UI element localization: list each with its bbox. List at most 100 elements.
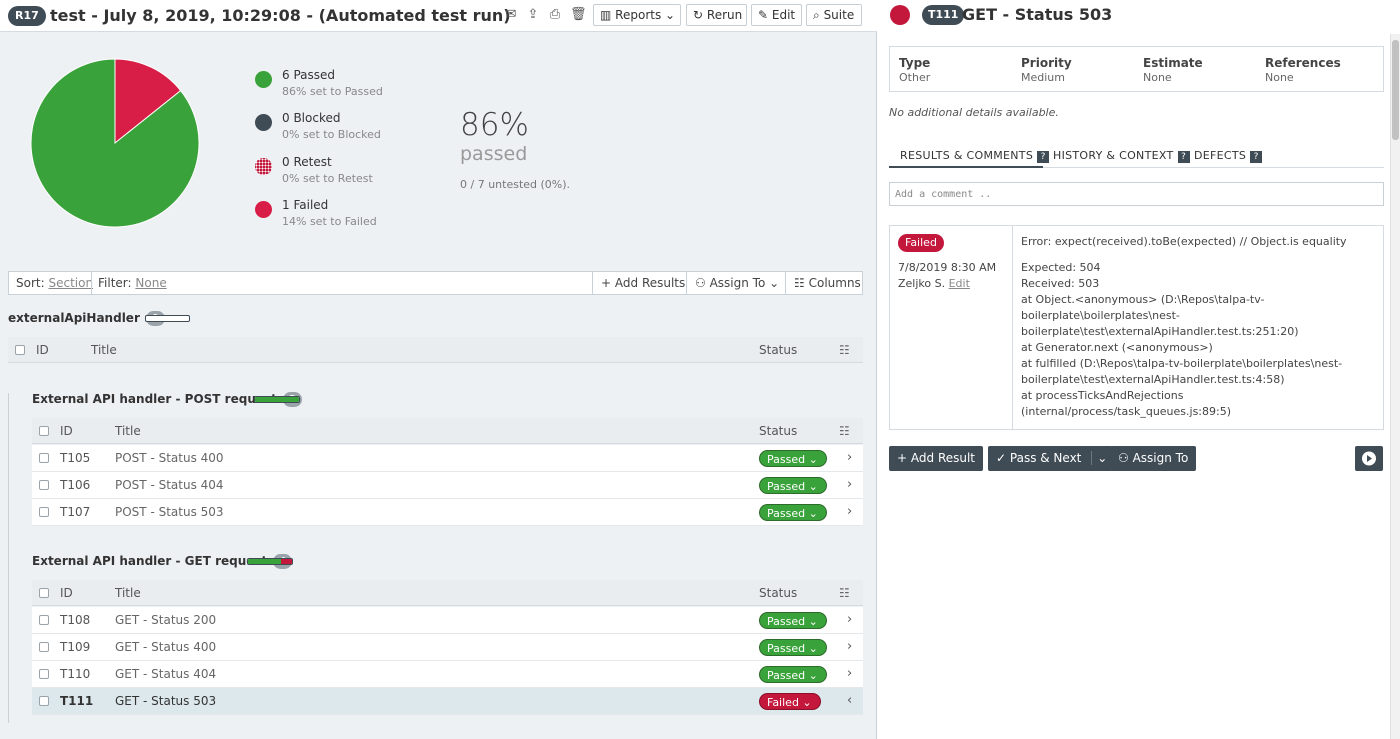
tab-history-context[interactable]: HISTORY & CONTEXT? (1053, 146, 1190, 168)
meta-value: Medium (1021, 71, 1065, 84)
row-checkbox[interactable] (39, 480, 49, 490)
row-id[interactable]: T105 (60, 445, 90, 471)
chevron-down-icon: ⌄ (808, 615, 818, 628)
help-icon[interactable]: ? (1177, 151, 1190, 163)
edit-button[interactable]: ✎ Edit (751, 4, 802, 26)
sort-control[interactable]: Sort: Section (16, 272, 93, 294)
play-button[interactable] (1355, 446, 1383, 471)
table-row[interactable]: T111 GET - Status 503 Failed ⌄ ‹ (32, 688, 863, 715)
row-title[interactable]: GET - Status 400 (115, 634, 216, 660)
select-all-checkbox[interactable] (39, 588, 49, 598)
select-all-checkbox[interactable] (15, 345, 25, 355)
column-id[interactable]: ID (60, 418, 73, 444)
column-title[interactable]: Title (115, 580, 141, 606)
columns-button[interactable]: ☷ Columns (785, 272, 869, 294)
row-title[interactable]: GET - Status 200 (115, 607, 216, 633)
assign-to-button[interactable]: ⚇ Assign To ⌄ (686, 272, 787, 294)
assign-to-detail-button[interactable]: ⚇ Assign To (1110, 446, 1197, 471)
column-id[interactable]: ID (60, 580, 73, 606)
table-row[interactable]: T109 GET - Status 400 Passed ⌄ › (32, 634, 863, 661)
help-icon[interactable]: ? (1250, 151, 1263, 163)
status-dropdown[interactable]: Passed ⌄ (759, 477, 827, 494)
row-checkbox[interactable] (39, 642, 49, 652)
edit-result-link[interactable]: Edit (949, 277, 970, 290)
delete-icon[interactable]: 🗑 (570, 7, 587, 23)
chevron-right-icon[interactable]: › (847, 634, 852, 660)
chevron-left-icon[interactable]: ‹ (847, 688, 852, 714)
pass-next-button[interactable]: ✓ Pass & Next ⌄ (988, 446, 1113, 471)
row-id[interactable]: T108 (60, 607, 90, 633)
row-id[interactable]: T107 (60, 499, 90, 525)
row-checkbox[interactable] (39, 507, 49, 517)
column-settings-icon[interactable]: ☷ (839, 418, 850, 444)
comment-input[interactable]: Add a comment .. (889, 182, 1384, 206)
status-dropdown[interactable]: Passed ⌄ (759, 450, 827, 467)
filter-value-link[interactable]: None (135, 276, 166, 290)
status-dropdown[interactable]: Passed ⌄ (759, 504, 827, 521)
row-id[interactable]: T106 (60, 472, 90, 498)
export-icon[interactable]: ⇪ (525, 7, 541, 23)
rerun-button[interactable]: ↻ Rerun (686, 4, 747, 26)
row-title[interactable]: POST - Status 503 (115, 499, 224, 525)
help-icon[interactable]: ? (1037, 151, 1050, 163)
section-get-label: External API handler - GET request (32, 554, 268, 568)
status-label: Passed (767, 669, 806, 682)
select-all-checkbox[interactable] (39, 426, 49, 436)
tab-results-comments[interactable]: RESULTS & COMMENTS? (889, 146, 1050, 168)
chevron-right-icon[interactable]: › (847, 445, 852, 471)
row-title[interactable]: GET - Status 503 (115, 688, 216, 714)
column-title[interactable]: Title (91, 337, 117, 363)
table-row[interactable]: T105 POST - Status 400 Passed ⌄ › (32, 445, 863, 472)
row-title[interactable]: POST - Status 404 (115, 472, 224, 498)
table-header: ID Title Status ☷ (32, 418, 863, 444)
sort-value-link[interactable]: Section (48, 276, 93, 290)
column-status[interactable]: Status (759, 418, 797, 444)
add-results-button[interactable]: + Add Results (592, 272, 693, 294)
column-status[interactable]: Status (759, 337, 797, 363)
rerun-label: Rerun (706, 8, 743, 22)
chevron-right-icon[interactable]: › (847, 499, 852, 525)
row-title[interactable]: GET - Status 404 (115, 661, 216, 687)
comment-icon[interactable]: ✉ (503, 7, 519, 23)
chevron-right-icon[interactable]: › (847, 472, 852, 498)
row-id[interactable]: T109 (60, 634, 90, 660)
row-checkbox[interactable] (39, 669, 49, 679)
meta-label: Priority (1021, 56, 1072, 70)
row-checkbox[interactable] (39, 453, 49, 463)
chevron-right-icon[interactable]: › (847, 607, 852, 633)
status-dropdown[interactable]: Failed ⌄ (759, 693, 821, 710)
sort-label: Sort: (16, 276, 45, 290)
reports-button[interactable]: ▥ Reports ⌄ (593, 4, 681, 26)
column-settings-icon[interactable]: ☷ (839, 337, 850, 363)
print-icon[interactable]: ⎙ (547, 7, 563, 23)
result-message: Error: expect(received).toBe(expected) /… (1021, 234, 1376, 420)
scrollbar[interactable] (1390, 34, 1400, 739)
status-dropdown[interactable]: Passed ⌄ (759, 666, 827, 683)
table-row[interactable]: T107 POST - Status 503 Passed ⌄ › (32, 499, 863, 526)
row-checkbox[interactable] (39, 615, 49, 625)
section-title-root[interactable]: externalApiHandler0 (8, 311, 165, 326)
status-dropdown[interactable]: Passed ⌄ (759, 612, 827, 629)
chevron-down-icon[interactable]: ⌄ (1091, 451, 1108, 465)
column-title[interactable]: Title (115, 418, 141, 444)
detail-tabs: RESULTS & COMMENTS? HISTORY & CONTEXT? D… (889, 146, 1384, 168)
column-status[interactable]: Status (759, 580, 797, 606)
table-row[interactable]: T106 POST - Status 404 Passed ⌄ › (32, 472, 863, 499)
tab-defects[interactable]: DEFECTS? (1194, 146, 1263, 168)
row-title[interactable]: POST - Status 400 (115, 445, 224, 471)
add-result-button[interactable]: + Add Result (889, 446, 984, 471)
scrollbar-thumb[interactable] (1392, 40, 1399, 140)
row-checkbox[interactable] (39, 696, 49, 706)
row-id[interactable]: T110 (60, 661, 90, 687)
chevron-down-icon: ⌄ (802, 696, 812, 709)
suite-button[interactable]: ⌕ Suite (806, 4, 862, 26)
column-settings-icon[interactable]: ☷ (839, 580, 850, 606)
table-row[interactable]: T110 GET - Status 404 Passed ⌄ › (32, 661, 863, 688)
column-id[interactable]: ID (36, 337, 49, 363)
chevron-right-icon[interactable]: › (847, 661, 852, 687)
meta-value: None (1143, 71, 1172, 84)
status-dropdown[interactable]: Passed ⌄ (759, 639, 827, 656)
filter-control[interactable]: Filter: None (91, 272, 167, 294)
row-id[interactable]: T111 (60, 688, 93, 714)
table-row[interactable]: T108 GET - Status 200 Passed ⌄ › (32, 607, 863, 634)
